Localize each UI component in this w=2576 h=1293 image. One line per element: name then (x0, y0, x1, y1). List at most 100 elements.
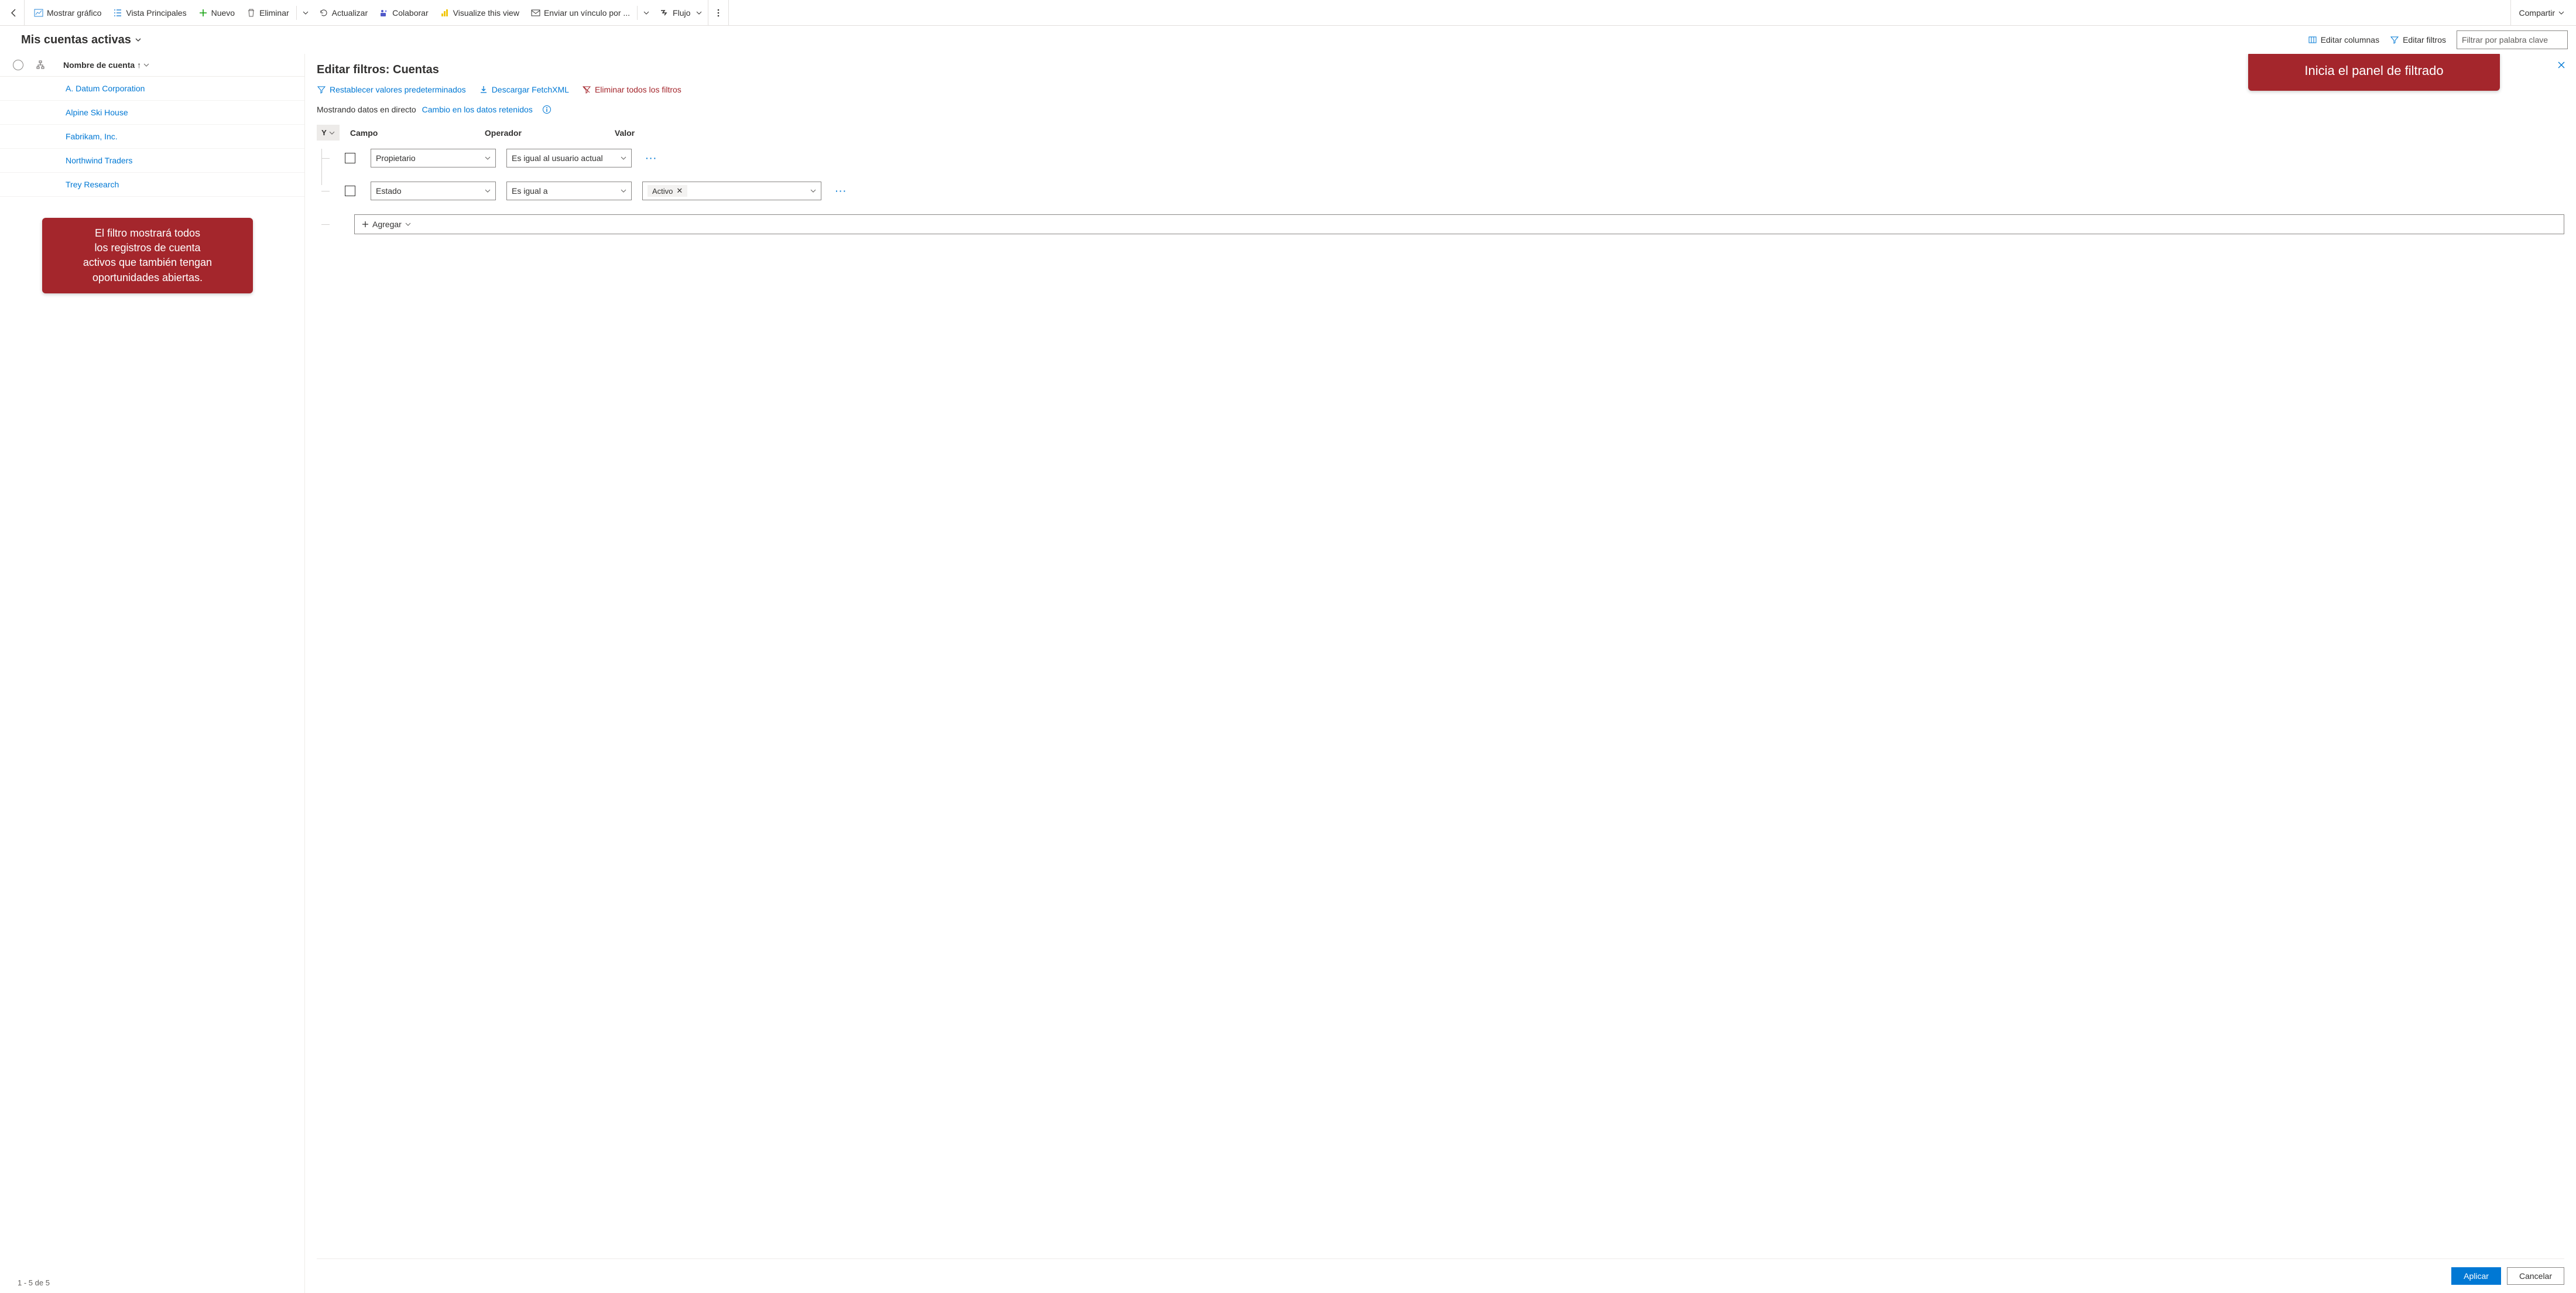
list-icon (113, 8, 122, 18)
row-more-button[interactable]: ··· (646, 153, 657, 163)
visualize-button[interactable]: Visualize this view (434, 0, 525, 26)
filter-pane-footer: Aplicar Cancelar (317, 1258, 2564, 1293)
refresh-icon (319, 8, 328, 18)
back-button[interactable] (4, 0, 25, 26)
filter-row-checkbox[interactable] (345, 186, 355, 196)
flow-icon (660, 8, 669, 18)
header-operator: Operador (485, 128, 615, 138)
main-view-label: Vista Principales (126, 8, 186, 18)
annotation-callout-left: El filtro mostrará todos los registros d… (42, 218, 253, 293)
edit-filters-label: Editar filtros (2403, 35, 2446, 45)
clear-all-filters-button[interactable]: Eliminar todos los filtros (582, 85, 681, 94)
refresh-button[interactable]: Actualizar (313, 0, 374, 26)
collaborate-button[interactable]: Colaborar (374, 0, 434, 26)
filter-columns-header: Y Campo Operador Valor (317, 125, 2564, 141)
group-operator-toggle[interactable]: Y (317, 125, 340, 141)
download-fetchxml-button[interactable]: Descargar FetchXML (479, 85, 569, 94)
value-select[interactable]: Activo ✕ (642, 182, 821, 200)
list-item[interactable]: Fabrikam, Inc. (0, 125, 304, 149)
delete-button[interactable]: Eliminar (241, 0, 295, 26)
annotation-callout-top: Inicia el panel de filtrado (2248, 54, 2500, 91)
close-icon (2557, 61, 2565, 69)
main-view-button[interactable]: Vista Principales (107, 0, 192, 26)
field-select[interactable]: Propietario (371, 149, 496, 167)
trash-icon (246, 8, 256, 18)
filter-row: Propietario Es igual al usuario actual ·… (327, 149, 2564, 167)
new-button[interactable]: Nuevo (193, 0, 241, 26)
overflow-button[interactable] (708, 0, 729, 26)
filter-row-checkbox[interactable] (345, 153, 355, 163)
column-header-row: Nombre de cuenta ↑ (0, 54, 304, 77)
visualize-label: Visualize this view (453, 8, 519, 18)
keyword-filter-box[interactable] (2457, 30, 2568, 49)
chevron-down-icon (135, 36, 142, 43)
keyword-filter-input[interactable] (2462, 35, 2563, 45)
show-chart-label: Mostrar gráfico (47, 8, 101, 18)
chevron-down-icon (329, 130, 335, 136)
columns-icon (2308, 35, 2317, 45)
list-item[interactable]: Alpine Ski House (0, 101, 304, 125)
filter-add-row: Agregar (327, 214, 2564, 234)
operator-select[interactable]: Es igual a (506, 182, 632, 200)
refresh-label: Actualizar (332, 8, 368, 18)
hierarchy-icon[interactable] (35, 60, 46, 70)
chevron-down-icon (143, 62, 149, 68)
edit-columns-button[interactable]: Editar columnas (2308, 35, 2379, 45)
filter-pane: Editar filtros: Cuentas Restablecer valo… (304, 54, 2576, 1293)
reset-defaults-button[interactable]: Restablecer valores predeterminados (317, 85, 466, 94)
pager-text: 1 - 5 de 5 (0, 1273, 67, 1293)
show-chart-button[interactable]: Mostrar gráfico (28, 0, 107, 26)
add-filter-button[interactable]: Agregar (354, 214, 2564, 234)
chevron-down-icon (696, 10, 702, 16)
send-link-label: Enviar un vínculo por ... (544, 8, 630, 18)
info-icon[interactable] (542, 105, 551, 114)
value-token: Activo ✕ (648, 185, 687, 197)
flow-button[interactable]: Flujo (654, 0, 708, 26)
view-selector[interactable]: Mis cuentas activas (21, 33, 142, 47)
new-label: Nuevo (211, 8, 235, 18)
filter-clear-icon (582, 85, 591, 94)
chevron-down-icon (810, 188, 816, 194)
remove-token-icon[interactable]: ✕ (676, 186, 683, 196)
header-field: Campo (350, 128, 485, 138)
list-item[interactable]: A. Datum Corporation (0, 77, 304, 101)
share-label: Compartir (2519, 8, 2555, 18)
plus-icon (198, 8, 208, 18)
filter-row: Estado Es igual a Activo ✕ ··· (327, 182, 2564, 200)
share-button[interactable]: Compartir (2510, 0, 2572, 26)
retained-data-link[interactable]: Cambio en los datos retenidos (422, 105, 533, 114)
more-vertical-icon (714, 8, 723, 18)
chevron-down-icon (485, 188, 491, 194)
cancel-button[interactable]: Cancelar (2507, 1267, 2564, 1285)
edit-filters-button[interactable]: Editar filtros (2390, 35, 2446, 45)
close-button[interactable] (2554, 57, 2569, 73)
chart-icon (34, 8, 43, 18)
filter-pane-title: Editar filtros: Cuentas (317, 63, 2564, 77)
column-header-label: Nombre de cuenta (63, 60, 135, 70)
send-link-button[interactable]: Enviar un vínculo por ... (525, 0, 636, 26)
operator-select[interactable]: Es igual al usuario actual (506, 149, 632, 167)
download-icon (479, 85, 488, 94)
collaborate-label: Colaborar (392, 8, 428, 18)
filter-reset-icon (317, 85, 326, 94)
field-select[interactable]: Estado (371, 182, 496, 200)
divider (637, 6, 638, 20)
list-item[interactable]: Trey Research (0, 173, 304, 197)
teams-icon (379, 8, 389, 18)
view-title-text: Mis cuentas activas (21, 33, 131, 47)
column-header-account-name[interactable]: Nombre de cuenta ↑ (63, 60, 149, 70)
live-data-banner: Mostrando datos en directo Cambio en los… (317, 105, 2564, 114)
chevron-down-icon (621, 188, 626, 194)
view-header: Mis cuentas activas Editar columnas Edit… (0, 26, 2576, 54)
row-more-button[interactable]: ··· (835, 186, 847, 196)
live-data-text: Mostrando datos en directo (317, 105, 416, 114)
list-item[interactable]: Northwind Traders (0, 149, 304, 173)
select-all-toggle[interactable] (13, 60, 23, 70)
delete-split-caret[interactable] (298, 0, 313, 26)
chevron-down-icon (485, 155, 491, 161)
delete-label: Eliminar (259, 8, 289, 18)
apply-button[interactable]: Aplicar (2451, 1267, 2501, 1285)
header-value: Valor (615, 128, 2564, 138)
send-link-split-caret[interactable] (639, 0, 654, 26)
records-list: Nombre de cuenta ↑ A. Datum Corporation … (0, 54, 304, 1293)
